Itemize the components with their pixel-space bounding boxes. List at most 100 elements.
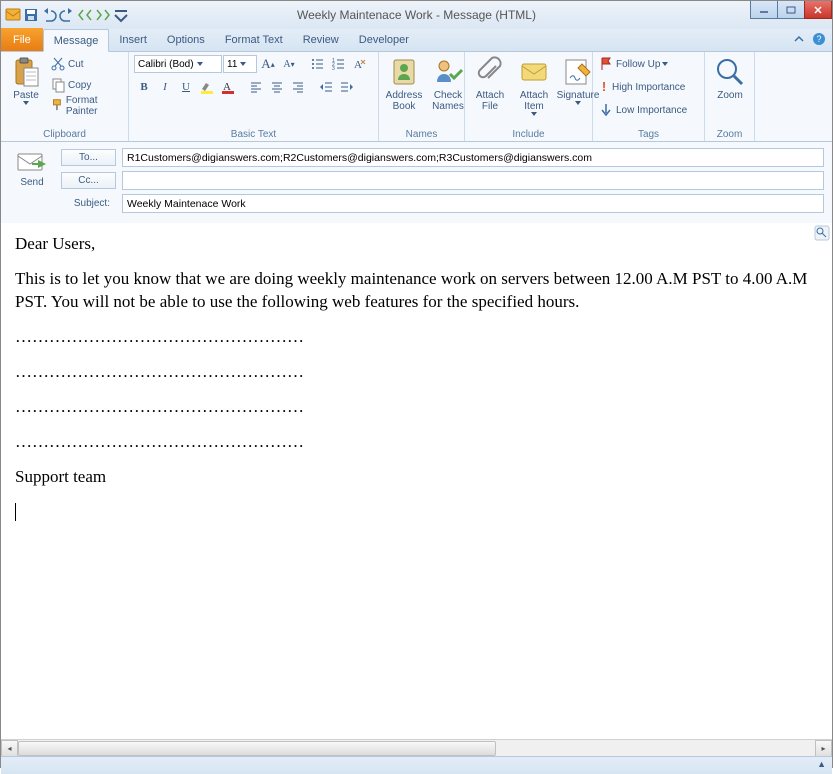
highlight-button[interactable]: [197, 77, 217, 97]
minimize-ribbon-icon[interactable]: [792, 32, 806, 46]
attach-item-icon: [518, 56, 550, 88]
cut-button[interactable]: Cut: [50, 54, 123, 74]
paste-button[interactable]: Paste: [6, 54, 46, 107]
exclaim-icon: !: [598, 79, 610, 95]
increase-indent-button[interactable]: [337, 77, 357, 97]
group-basic-text: Calibri (Bod) 11 A▴ A▾ 123 A B I U A: [129, 52, 379, 141]
text-cursor: [15, 503, 16, 521]
font-name-select[interactable]: Calibri (Bod): [134, 55, 222, 73]
underline-button[interactable]: U: [176, 77, 196, 97]
prev-item-icon[interactable]: [77, 7, 93, 23]
body-paragraph: This is to let you know that we are doin…: [15, 268, 818, 314]
bold-button[interactable]: B: [134, 77, 154, 97]
scroll-thumb[interactable]: [18, 741, 496, 756]
attach-item-button[interactable]: Attach Item: [514, 54, 554, 118]
subject-label: Subject:: [61, 198, 116, 209]
address-book-icon: [388, 56, 420, 88]
qat-customize-icon[interactable]: [113, 7, 129, 23]
svg-text:3: 3: [332, 66, 335, 71]
bullets-button[interactable]: [307, 54, 327, 74]
body-placeholder-line: ……………………………………………: [15, 396, 818, 419]
align-center-button[interactable]: [267, 77, 287, 97]
group-names: Address Book Check Names Names: [379, 52, 465, 141]
align-left-button[interactable]: [246, 77, 266, 97]
magnifier-icon: [714, 56, 746, 88]
tab-review[interactable]: Review: [293, 28, 349, 51]
arrow-down-icon: [598, 102, 614, 118]
numbering-button[interactable]: 123: [328, 54, 348, 74]
zoom-slider-icon[interactable]: [814, 225, 830, 241]
attach-file-button[interactable]: Attach File: [470, 54, 510, 114]
scissors-icon: [50, 56, 66, 72]
svg-text:A: A: [354, 59, 362, 71]
file-tab[interactable]: File: [1, 28, 43, 51]
grow-font-button[interactable]: A▴: [258, 54, 278, 74]
next-item-icon[interactable]: [95, 7, 111, 23]
tab-format-text[interactable]: Format Text: [215, 28, 293, 51]
tab-insert[interactable]: Insert: [109, 28, 157, 51]
chevron-down-icon: [531, 112, 537, 116]
clear-formatting-icon[interactable]: A: [349, 54, 369, 74]
minimize-button[interactable]: [750, 1, 778, 19]
quick-access-toolbar: [1, 7, 129, 23]
message-header-fields: Send To... Cc... Subject:: [1, 142, 832, 223]
address-book-button[interactable]: Address Book: [384, 54, 424, 114]
tab-options[interactable]: Options: [157, 28, 215, 51]
align-right-button[interactable]: [288, 77, 308, 97]
follow-up-button[interactable]: Follow Up: [598, 54, 687, 74]
tab-message[interactable]: Message: [43, 29, 110, 52]
check-names-icon: [432, 56, 464, 88]
body-placeholder-line: ……………………………………………: [15, 326, 818, 349]
font-color-button[interactable]: A: [218, 77, 238, 97]
tab-developer[interactable]: Developer: [349, 28, 419, 51]
cc-field[interactable]: [122, 171, 824, 190]
horizontal-scrollbar[interactable]: ◂ ▸: [1, 739, 832, 756]
maximize-button[interactable]: [777, 1, 805, 19]
body-placeholder-line: ……………………………………………: [15, 361, 818, 384]
brush-icon: [50, 98, 64, 114]
paperclip-icon: [474, 56, 506, 88]
body-placeholder-line: ……………………………………………: [15, 431, 818, 454]
font-size-select[interactable]: 11: [223, 55, 257, 73]
undo-icon[interactable]: [41, 7, 57, 23]
help-icon[interactable]: ?: [812, 32, 826, 46]
scroll-left-button[interactable]: ◂: [1, 740, 18, 757]
group-tags: Follow Up !High Importance Low Importanc…: [593, 52, 705, 141]
close-button[interactable]: [804, 1, 832, 19]
redo-icon[interactable]: [59, 7, 75, 23]
italic-button[interactable]: I: [155, 77, 175, 97]
copy-icon: [50, 77, 66, 93]
chevron-down-icon: [662, 62, 668, 66]
message-body[interactable]: Dear Users, This is to let you know that…: [1, 223, 832, 739]
shrink-font-button[interactable]: A▾: [279, 54, 299, 74]
group-include: Attach File Attach Item Signature Includ…: [465, 52, 593, 141]
title-bar: Weekly Maintenace Work - Message (HTML): [1, 1, 832, 29]
cc-button[interactable]: Cc...: [61, 172, 116, 189]
check-names-button[interactable]: Check Names: [428, 54, 468, 114]
group-clipboard: Paste Cut Copy Format Painter Clipboard: [1, 52, 129, 141]
format-painter-button[interactable]: Format Painter: [50, 96, 123, 116]
status-bar: ▲: [1, 756, 832, 774]
to-field[interactable]: [122, 148, 824, 167]
low-importance-button[interactable]: Low Importance: [598, 100, 687, 120]
copy-button[interactable]: Copy: [50, 75, 123, 95]
scroll-right-button[interactable]: ▸: [815, 740, 832, 757]
flag-icon: [598, 56, 614, 72]
body-signoff: Support team: [15, 466, 818, 489]
send-button[interactable]: Send: [9, 148, 55, 188]
chevron-down-icon: [240, 62, 246, 66]
chevron-down-icon: [575, 101, 581, 105]
scroll-track[interactable]: [18, 740, 815, 756]
outlook-icon: [5, 7, 21, 23]
decrease-indent-button[interactable]: [316, 77, 336, 97]
save-icon[interactable]: [23, 7, 39, 23]
subject-field[interactable]: [122, 194, 824, 213]
group-zoom: Zoom Zoom: [705, 52, 755, 141]
to-button[interactable]: To...: [61, 149, 116, 166]
ribbon: Paste Cut Copy Format Painter Clipboard …: [1, 52, 832, 142]
chevron-down-icon: [197, 62, 203, 66]
high-importance-button[interactable]: !High Importance: [598, 77, 687, 97]
zoom-button[interactable]: Zoom: [710, 54, 750, 103]
signature-button[interactable]: Signature: [558, 54, 598, 107]
send-icon: [16, 150, 48, 174]
